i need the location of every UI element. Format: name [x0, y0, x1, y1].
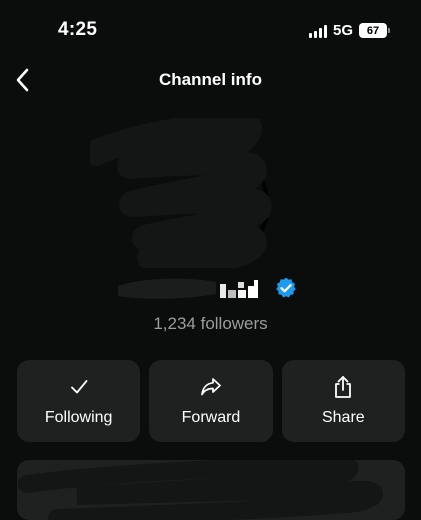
avatar-redaction	[82, 110, 272, 273]
name-pixel	[254, 280, 258, 298]
forward-label: Forward	[181, 409, 241, 426]
description-redaction	[18, 460, 383, 520]
network-type-label: 5G	[332, 22, 353, 39]
battery-level: 67	[366, 24, 380, 37]
nav-bar: Channel info	[0, 58, 421, 102]
cellular-signal-icon	[308, 24, 327, 38]
name-pixel	[238, 282, 244, 288]
channel-avatar[interactable]	[82, 110, 290, 273]
channel-name	[112, 270, 312, 304]
checkmark-icon	[67, 375, 91, 399]
forward-arrow-icon	[199, 375, 223, 399]
name-pixel	[238, 290, 246, 298]
verified-badge-icon	[276, 277, 296, 298]
action-buttons: Following Forward Share	[17, 360, 405, 442]
name-pixel	[228, 290, 236, 298]
forward-button[interactable]: Forward	[149, 360, 273, 442]
battery-icon: 67	[359, 23, 390, 38]
channel-description-card[interactable]	[17, 460, 405, 520]
share-button[interactable]: Share	[281, 360, 405, 442]
status-indicators: 5G 67	[308, 22, 390, 39]
status-bar: 4:25 5G 67	[0, 0, 421, 52]
name-redaction	[118, 278, 216, 299]
following-label: Following	[44, 409, 113, 426]
share-label: Share	[321, 409, 365, 426]
followers-count: 1,234 followers	[153, 314, 268, 333]
page-title: Channel info	[159, 70, 262, 89]
name-pixel	[220, 284, 226, 298]
share-icon	[331, 375, 355, 399]
status-time: 4:25	[58, 19, 98, 40]
following-button[interactable]: Following	[17, 360, 141, 442]
